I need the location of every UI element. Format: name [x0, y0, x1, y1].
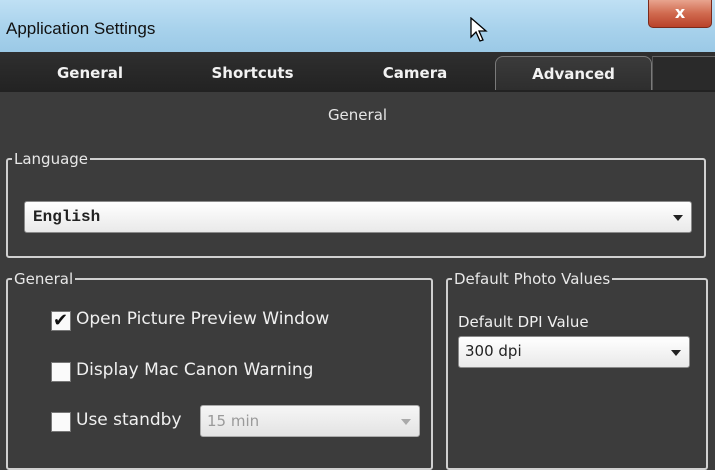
- window-title: Application Settings: [6, 19, 156, 38]
- tab-label: General: [57, 64, 123, 82]
- chevron-down-icon: [401, 419, 411, 425]
- tab-bar-filler: [652, 56, 715, 90]
- dpi-value: 300 dpi: [465, 342, 522, 360]
- tab-camera[interactable]: Camera: [335, 56, 495, 90]
- dpi-select[interactable]: 300 dpi: [458, 336, 690, 368]
- tab-bar: General Shortcuts Camera Advanced: [0, 52, 715, 92]
- close-icon: x: [674, 3, 686, 22]
- standby-checkbox[interactable]: [51, 412, 71, 432]
- dpi-label: Default DPI Value: [458, 313, 589, 331]
- general-legend: General: [14, 270, 74, 288]
- standby-label: Use standby: [76, 410, 182, 430]
- standby-select[interactable]: 15 min: [200, 405, 420, 437]
- chevron-down-icon: [671, 350, 681, 356]
- tab-general[interactable]: General: [10, 56, 170, 90]
- tab-shortcuts[interactable]: Shortcuts: [170, 56, 335, 90]
- tab-label: Shortcuts: [211, 64, 294, 82]
- tab-advanced[interactable]: Advanced: [495, 56, 652, 90]
- photo-values-group: Default Photo Values: [446, 270, 708, 470]
- tab-label: Camera: [382, 64, 448, 82]
- title-bar: Application Settings x: [0, 0, 715, 53]
- language-select[interactable]: English: [24, 201, 692, 233]
- arrow-cursor-icon: [470, 17, 488, 42]
- checkmark-icon: ✔: [53, 310, 69, 331]
- tab-label: Advanced: [532, 65, 615, 83]
- photo-values-legend: Default Photo Values: [454, 270, 611, 288]
- standby-value: 15 min: [207, 412, 260, 430]
- mac-warning-label: Display Mac Canon Warning: [76, 360, 314, 380]
- close-button[interactable]: x: [648, 0, 712, 28]
- section-title: General: [327, 106, 388, 124]
- language-legend: Language: [14, 150, 89, 168]
- open-preview-checkbox[interactable]: ✔: [51, 310, 71, 331]
- open-preview-label: Open Picture Preview Window: [76, 309, 330, 329]
- chevron-down-icon: [673, 215, 683, 221]
- language-value: English: [33, 208, 101, 226]
- mac-warning-checkbox[interactable]: [51, 362, 71, 382]
